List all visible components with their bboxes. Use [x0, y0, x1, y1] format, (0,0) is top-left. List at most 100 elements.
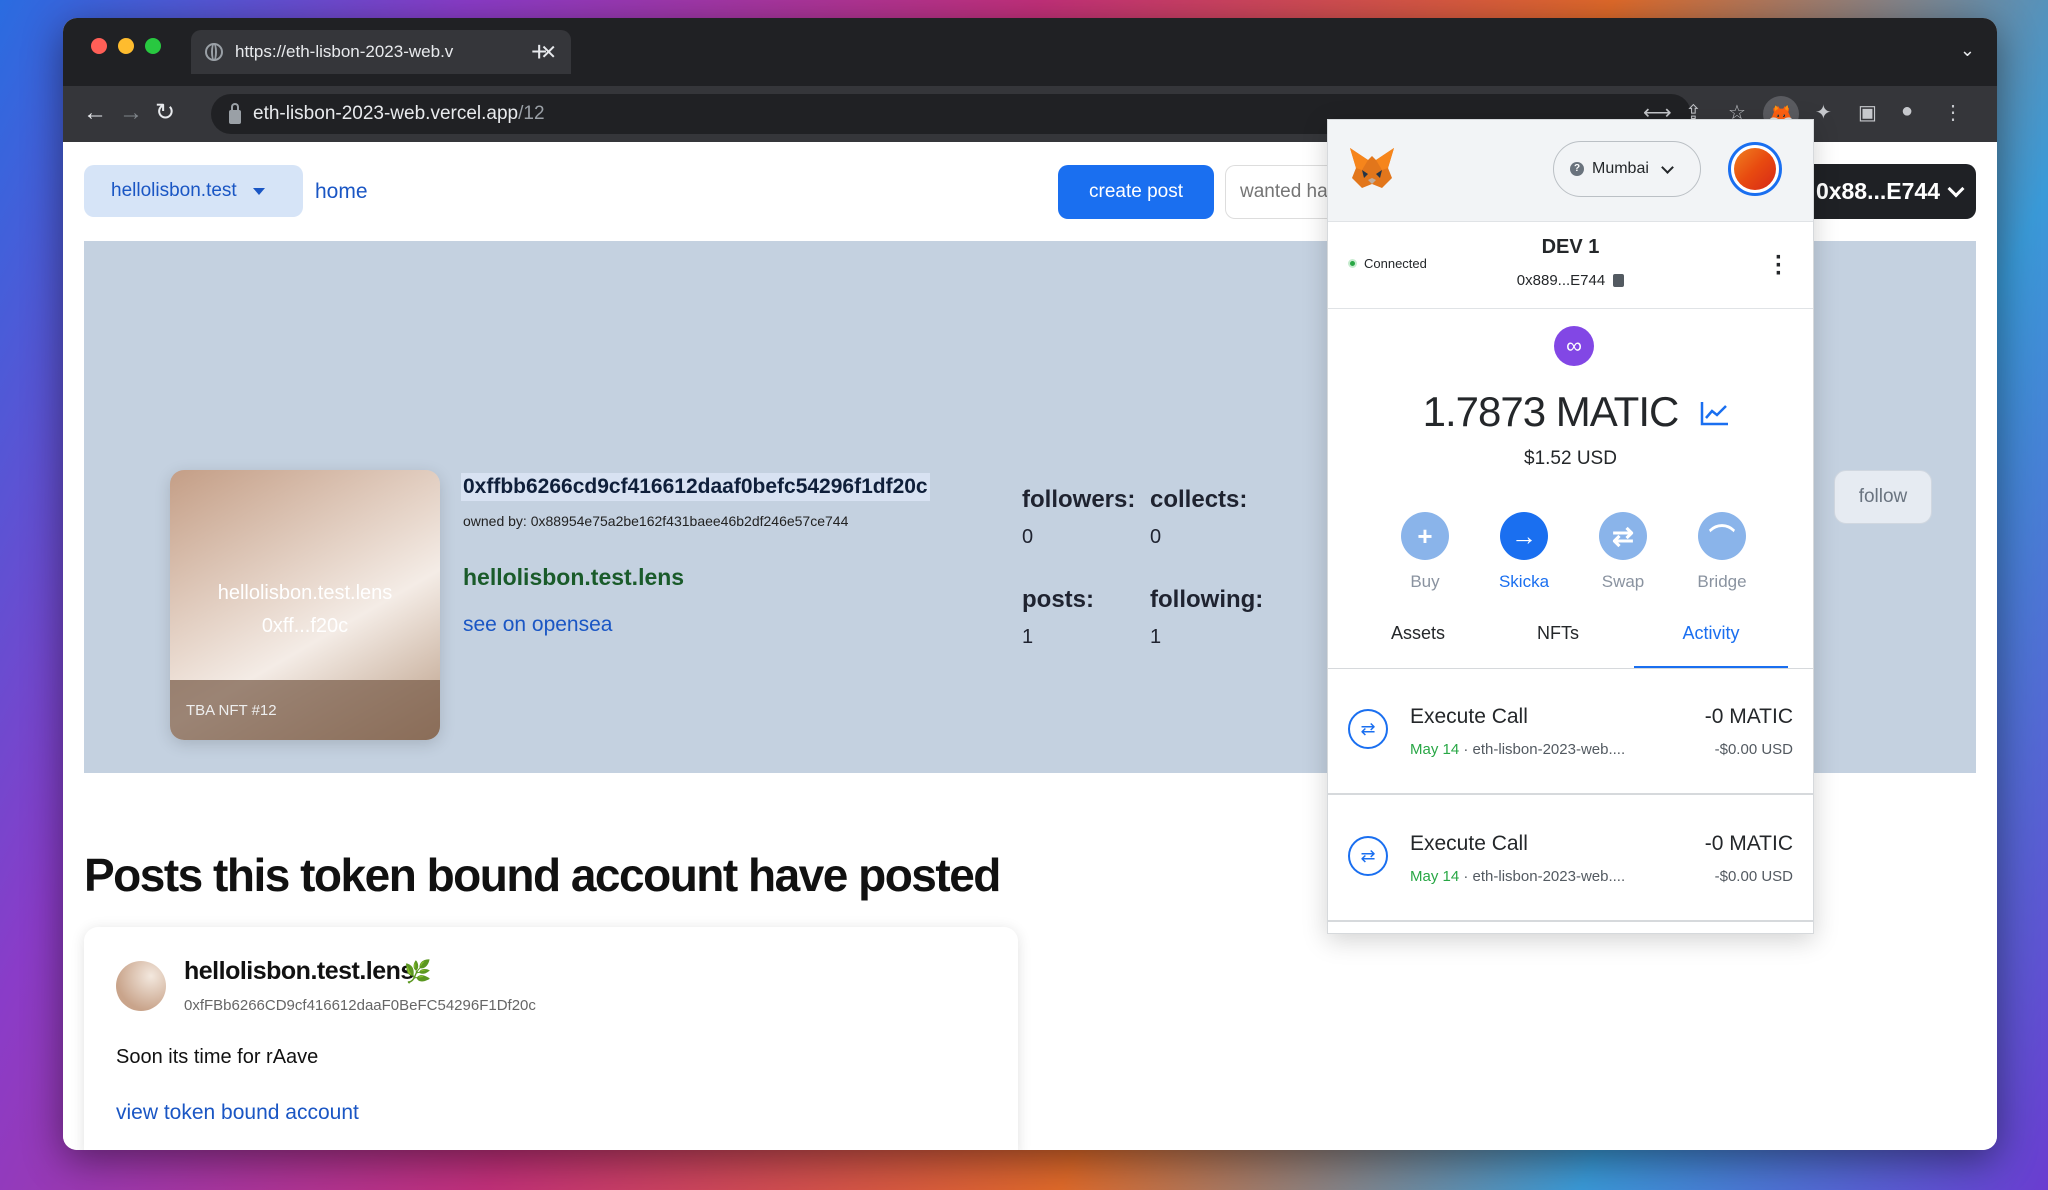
lens-handle: hellolisbon.test.lens — [463, 564, 685, 590]
account-options-icon[interactable]: · · · — [1775, 246, 1783, 286]
account-name: DEV 1 — [1541, 236, 1600, 258]
activity-title: Execute Call — [1410, 705, 1528, 728]
stat-followers-value: 0 — [1022, 526, 1034, 548]
lock-icon — [229, 102, 241, 124]
nft-card: hellolisbon.test.lens 0xff...f20c TBA NF… — [170, 470, 440, 740]
post-text: Soon its time for rAave — [116, 1046, 319, 1068]
stat-followers-label: followers: — [1022, 486, 1136, 513]
account-select-label: hellolisbon.test — [111, 180, 237, 201]
maximize-window-button[interactable] — [145, 38, 161, 54]
token-address: 0xffbb6266cd9cf416612daaf0befc54296f1df2… — [461, 473, 930, 501]
balance-usd: $1.52 USD — [1524, 448, 1617, 469]
portfolio-chart-icon[interactable] — [1700, 400, 1730, 426]
view-token-bound-account-link[interactable]: view token bound account — [116, 1101, 359, 1125]
caret-down-icon — [252, 187, 265, 195]
posts-heading: Posts this token bound account have post… — [84, 849, 1001, 901]
activity-subtitle: May 14 · eth-lisbon-2023-web.... — [1410, 741, 1626, 758]
activity-subtitle: May 14 · eth-lisbon-2023-web.... — [1410, 868, 1626, 885]
nft-name-line1: hellolisbon.test.lens — [217, 582, 393, 604]
post-author: hellolisbon.test.lens — [184, 957, 414, 985]
activity-title: Execute Call — [1410, 832, 1528, 855]
bridge-button[interactable]: ⌒ Bridge — [1682, 512, 1762, 592]
activity-item[interactable]: ⇄ Execute Call May 14 · eth-lisbon-2023-… — [1328, 796, 1813, 922]
post-author-address: 0xfFBb6266CD9cf416612daaF0BeFC54296F1Df2… — [184, 997, 536, 1014]
account-avatar[interactable] — [1728, 142, 1782, 196]
question-icon: ? — [1570, 162, 1584, 176]
tab-search-icon[interactable]: ⌄ — [1960, 40, 1975, 61]
buy-button[interactable]: + Buy — [1385, 512, 1465, 592]
activity-item[interactable]: ⇄ Execute Call May 14 · eth-lisbon-2023-… — [1328, 669, 1813, 795]
contract-interaction-icon: ⇄ — [1348, 709, 1388, 749]
url-host: eth-lisbon-2023-web.vercel.app — [253, 103, 519, 124]
leaf-icon: 🌿 — [404, 959, 432, 984]
new-tab-button[interactable]: + — [531, 36, 547, 68]
side-panel-icon[interactable]: ▣ — [1858, 100, 1877, 125]
account-select[interactable]: hellolisbon.test — [84, 165, 303, 217]
tab-assets[interactable]: Assets — [1348, 620, 1488, 668]
connected-dot-icon — [1348, 259, 1357, 268]
wallet-address-button[interactable]: 0x88...E744 — [1803, 164, 1976, 219]
network-selector[interactable]: ? Mumbai — [1553, 141, 1701, 197]
activity-date: May 14 — [1410, 868, 1460, 885]
minimize-window-button[interactable] — [118, 38, 134, 54]
chevron-down-icon — [1947, 180, 1965, 197]
activity-date: May 14 — [1410, 741, 1460, 758]
swap-button[interactable]: ⇄ Swap — [1583, 512, 1663, 592]
activity-usd: -$0.00 USD — [1714, 868, 1793, 885]
bridge-label: Bridge — [1697, 572, 1747, 591]
opensea-link[interactable]: see on opensea — [463, 613, 612, 637]
wallet-address-label: 0x88...E744 — [1815, 178, 1940, 204]
divider — [1328, 308, 1813, 309]
extensions-puzzle-icon[interactable]: ✦ — [1815, 100, 1832, 125]
profile-icon[interactable]: ● — [1901, 100, 1913, 123]
tab-title: https://eth-lisbon-2023-web.v — [235, 42, 454, 61]
stat-following-value: 1 — [1150, 626, 1162, 648]
post-card: hellolisbon.test.lens 🌿 0xfFBb6266CD9cf4… — [84, 927, 1018, 1150]
tab-strip: https://eth-lisbon-2023-web.v ✕ + ⌄ — [63, 18, 1997, 86]
activity-origin: eth-lisbon-2023-web.... — [1472, 868, 1626, 885]
metamask-popup: ? Mumbai Connected DEV 1 0x889...E744 · ·… — [1327, 119, 1814, 934]
activity-amount: -0 MATIC — [1704, 832, 1793, 855]
buy-label: Buy — [1410, 572, 1440, 591]
activity-origin: eth-lisbon-2023-web.... — [1472, 741, 1626, 758]
create-post-button[interactable]: create post — [1058, 165, 1214, 219]
swap-label: Swap — [1601, 572, 1645, 591]
chevron-down-icon — [1661, 160, 1674, 174]
account-address: 0x889...E744 — [1516, 272, 1606, 289]
browser-window: https://eth-lisbon-2023-web.v ✕ + ⌄ ← → … — [63, 18, 1997, 1150]
send-label: Skicka — [1498, 572, 1550, 591]
plus-icon: + — [1401, 512, 1449, 560]
metamask-header: ? Mumbai — [1328, 120, 1813, 222]
back-icon[interactable]: ← — [83, 98, 107, 128]
stat-collects-value: 0 — [1150, 526, 1162, 548]
metamask-tabs: Assets NFTs Activity — [1328, 620, 1813, 668]
send-button[interactable]: → Skicka — [1484, 512, 1564, 592]
follow-button[interactable]: follow — [1834, 470, 1932, 524]
globe-icon — [205, 43, 223, 61]
arrow-right-icon: → — [1500, 512, 1548, 560]
tab-nfts[interactable]: NFTs — [1488, 620, 1628, 668]
stat-posts-label: posts: — [1022, 586, 1094, 613]
balance: 1.7873 MATIC — [1422, 388, 1680, 435]
forward-icon[interactable]: → — [119, 98, 143, 128]
nft-card-footer: TBA NFT #12 — [170, 680, 440, 740]
close-window-button[interactable] — [91, 38, 107, 54]
home-link[interactable]: home — [315, 180, 368, 204]
activity-usd: -$0.00 USD — [1714, 741, 1793, 758]
stat-posts-value: 1 — [1022, 626, 1034, 648]
tab-activity[interactable]: Activity — [1634, 620, 1788, 668]
activity-amount: -0 MATIC — [1704, 705, 1793, 728]
reload-icon[interactable]: ↻ — [155, 98, 175, 128]
polygon-token-icon: ∞ — [1554, 326, 1594, 366]
account-address-row[interactable]: 0x889...E744 — [1328, 272, 1813, 289]
metamask-fox-icon — [1350, 148, 1394, 188]
stat-collects-label: collects: — [1150, 486, 1248, 513]
network-name: Mumbai — [1592, 160, 1649, 177]
browser-menu-icon[interactable]: ⋮ — [1943, 100, 1963, 125]
nft-name-line2: 0xff...f20c — [261, 615, 349, 637]
copy-icon[interactable] — [1613, 274, 1625, 287]
nft-card-name: hellolisbon.test.lens 0xff...f20c — [170, 577, 440, 643]
bridge-icon: ⌒ — [1698, 512, 1746, 560]
contract-interaction-icon: ⇄ — [1348, 836, 1388, 876]
browser-tab[interactable]: https://eth-lisbon-2023-web.v ✕ — [191, 30, 571, 74]
